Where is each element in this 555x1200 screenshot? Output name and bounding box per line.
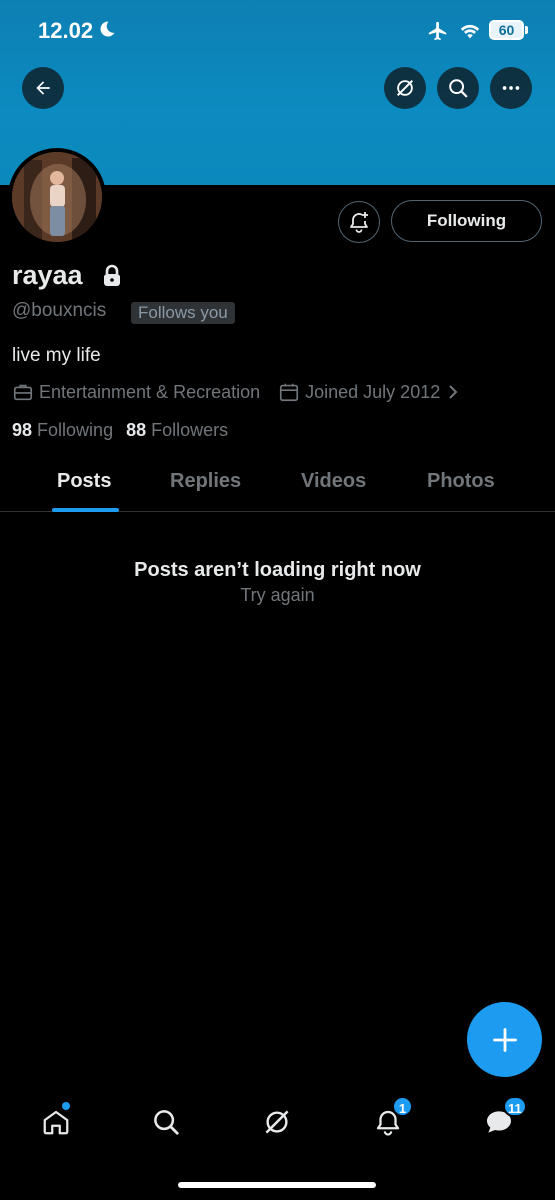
tab-photos[interactable]: Photos bbox=[427, 470, 495, 493]
airplane-icon bbox=[428, 21, 447, 41]
followers-count-link[interactable]: 88 Followers bbox=[126, 420, 228, 441]
category-item: Entertainment & Recreation bbox=[12, 381, 260, 403]
followers-count: 88 bbox=[126, 420, 147, 440]
home-indicator bbox=[178, 1182, 376, 1188]
more-horizontal-icon bbox=[502, 86, 520, 90]
nav-home[interactable] bbox=[38, 1102, 74, 1140]
avatar-image bbox=[12, 152, 102, 242]
handle: @bouxncis bbox=[12, 300, 107, 321]
active-tab-indicator bbox=[52, 508, 119, 512]
joined-item[interactable]: Joined July 2012 bbox=[278, 381, 460, 403]
arrow-left-icon bbox=[36, 81, 50, 95]
display-name: rayaa bbox=[12, 260, 83, 290]
grok-icon bbox=[265, 1110, 289, 1134]
following-count-label: Following bbox=[37, 420, 114, 440]
status-time: 12.02 bbox=[38, 18, 94, 43]
battery-icon: 60 bbox=[489, 20, 529, 40]
category-label: Entertainment & Recreation bbox=[39, 381, 261, 402]
feed-error-title: Posts aren’t loading right now bbox=[134, 559, 421, 581]
notifications-badge: 1 bbox=[392, 1096, 413, 1117]
following-button[interactable]: Following bbox=[391, 200, 542, 242]
follows-you-badge: Follows you bbox=[131, 302, 235, 324]
lock-icon bbox=[104, 264, 120, 286]
follow-counts: 98 Following 88 Followers bbox=[12, 420, 241, 441]
search-icon bbox=[154, 1110, 179, 1135]
back-button[interactable] bbox=[22, 67, 64, 109]
joined-label: Joined July 2012 bbox=[305, 381, 441, 402]
bio: live my life bbox=[12, 345, 101, 366]
tab-replies[interactable]: Replies bbox=[170, 470, 241, 493]
bottom-navigation: 1 11 bbox=[0, 1090, 555, 1160]
battery-level: 60 bbox=[489, 20, 524, 40]
grok-icon bbox=[396, 79, 414, 97]
following-count-link[interactable]: 98 Following bbox=[12, 420, 113, 441]
profile-tabs: Posts Replies Videos Photos bbox=[0, 458, 555, 512]
tab-videos[interactable]: Videos bbox=[301, 470, 366, 493]
avatar[interactable] bbox=[8, 148, 106, 246]
home-unread-dot bbox=[62, 1102, 70, 1110]
nav-messages[interactable]: 11 bbox=[481, 1096, 527, 1140]
plus-icon bbox=[492, 1027, 517, 1052]
compose-post-button[interactable] bbox=[467, 1002, 542, 1077]
moon-icon bbox=[100, 21, 115, 37]
calendar-icon bbox=[280, 383, 299, 402]
profile-meta: Entertainment & Recreation Joined July 2… bbox=[12, 380, 478, 404]
followers-count-label: Followers bbox=[151, 420, 229, 440]
bell-plus-icon bbox=[350, 212, 368, 233]
try-again-button[interactable]: Try again bbox=[0, 585, 555, 606]
notification-subscribe-button[interactable] bbox=[338, 201, 380, 243]
chevron-right-icon bbox=[449, 385, 458, 399]
briefcase-icon bbox=[13, 384, 33, 401]
grok-button[interactable] bbox=[384, 67, 426, 109]
avatar-photo-icon bbox=[12, 152, 102, 242]
status-bar: 12.02 60 bbox=[0, 0, 555, 60]
tab-posts[interactable]: Posts bbox=[57, 470, 111, 493]
nav-notifications[interactable]: 1 bbox=[370, 1096, 413, 1140]
following-count: 98 bbox=[12, 420, 33, 440]
more-options-button[interactable] bbox=[490, 67, 532, 109]
messages-badge: 11 bbox=[503, 1096, 527, 1117]
search-button[interactable] bbox=[437, 67, 479, 109]
search-icon bbox=[449, 79, 468, 98]
nav-grok[interactable] bbox=[259, 1104, 295, 1140]
wifi-icon bbox=[460, 24, 480, 39]
home-icon bbox=[43, 1110, 69, 1135]
nav-search[interactable] bbox=[148, 1104, 184, 1140]
